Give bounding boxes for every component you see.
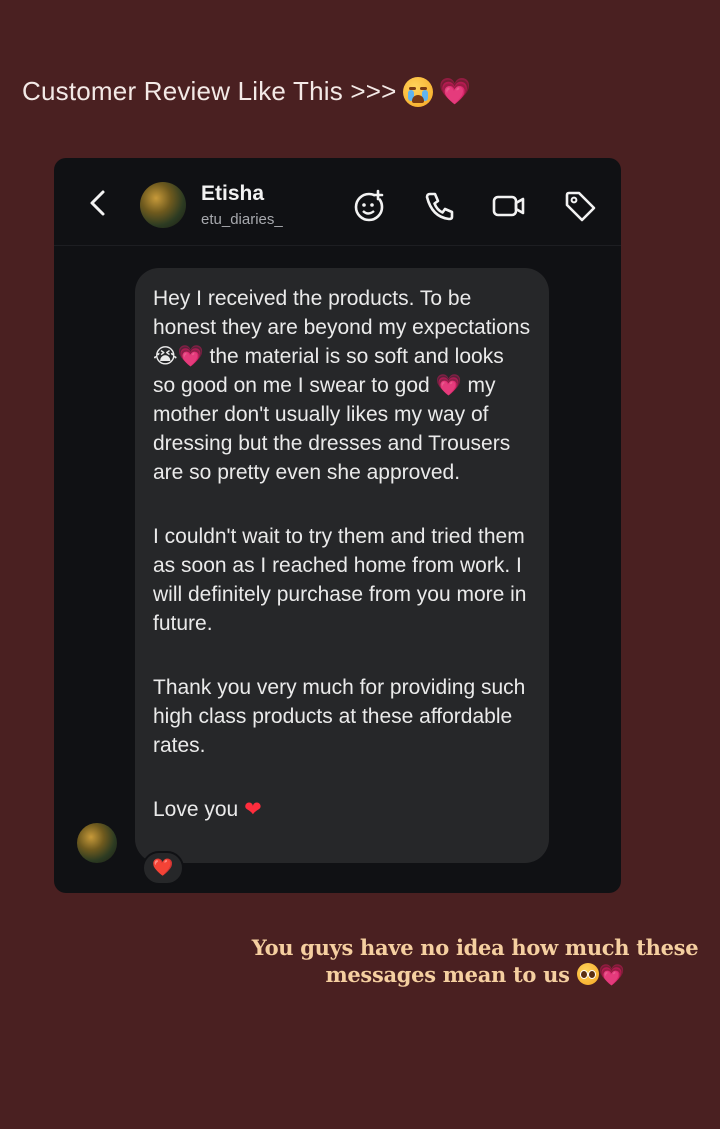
caption-line: You guys have no idea how much these [251,935,699,960]
video-icon[interactable] [491,188,527,224]
loudly-crying-face-icon: 😭 [153,344,178,368]
dm-header: Etisha etu_diaries_ [54,158,621,246]
growing-heart-icon: 💗 [438,76,472,107]
message-paragraph: Hey I received the products. To be hones… [153,284,531,487]
growing-heart-icon: 💗 [177,344,204,368]
growing-heart-icon: 💗 [435,373,462,397]
message-text: Hey I received the products. To be hones… [153,287,531,339]
avatar[interactable] [140,182,186,228]
pleading-face-icon [576,963,599,985]
caption-line: messages mean to us 💗 [250,961,700,989]
red-heart-icon: ❤️ [152,858,174,877]
story-caption: You guys have no idea how much these mes… [250,934,700,989]
story-title-text: Customer Review Like This >>> [22,76,397,106]
loudly-crying-face-icon [402,76,433,107]
sticker-icon[interactable] [352,188,388,224]
message-paragraph: Love you ❤ [153,795,531,824]
back-chevron-icon[interactable] [84,188,112,218]
red-heart-icon: ❤ [244,797,262,821]
message-bubble[interactable]: Hey I received the products. To be hones… [135,268,549,863]
phone-icon[interactable] [422,188,458,224]
contact-name[interactable]: Etisha [201,182,264,206]
tag-icon[interactable] [562,188,598,224]
story-title: Customer Review Like This >>> 💗 [22,76,471,107]
contact-handle: etu_diaries_ [201,211,283,228]
caption-text: messages mean to us [325,962,570,987]
dm-screenshot: Etisha etu_diaries_ Hey I received the p… [54,158,621,893]
message-text: Love you [153,798,239,821]
message-paragraph: I couldn't wait to try them and tried th… [153,525,527,635]
message-paragraph: Thank you very much for providing such h… [153,676,526,757]
growing-heart-icon: 💗 [598,963,625,987]
reaction-badge[interactable]: ❤️ [142,851,184,885]
sender-avatar[interactable] [77,823,117,863]
